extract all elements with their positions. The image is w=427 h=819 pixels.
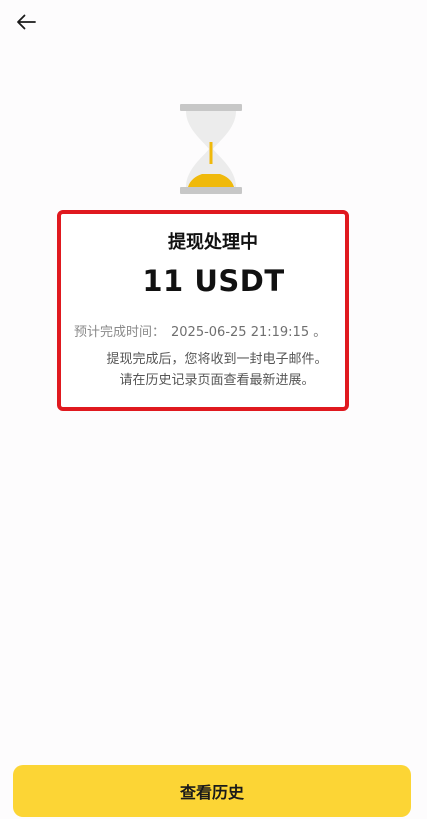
back-button[interactable] (14, 10, 38, 34)
eta-line: 预计完成时间： 2025-06-25 21:19:15 。 (74, 321, 326, 340)
description-line-2: 请在历史记录页面查看最新进展。 (119, 373, 315, 388)
eta-value: 2025-06-25 21:19:15 。 (171, 325, 327, 340)
description-line-1: 提现完成后，您将收到一封电子邮件。 (106, 352, 328, 367)
view-history-button[interactable]: 查看历史 (13, 765, 411, 817)
eta-label: 预计完成时间： (74, 325, 166, 340)
hourglass-icon (180, 104, 242, 194)
status-title: 提现处理中 (168, 232, 258, 253)
withdrawal-amount: 11 USDT (142, 264, 285, 298)
arrow-left-icon (17, 14, 36, 30)
